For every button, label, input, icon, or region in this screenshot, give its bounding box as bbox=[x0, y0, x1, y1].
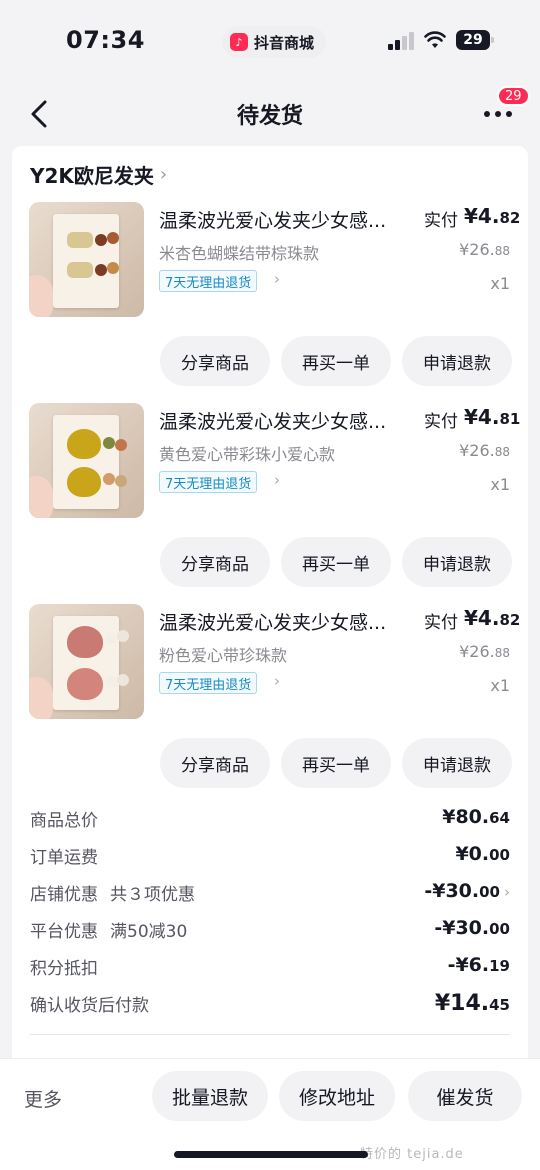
notification-badge: 29 bbox=[497, 86, 530, 106]
buy-again-button[interactable]: 再买一单 bbox=[281, 738, 391, 788]
batch-refund-button[interactable]: 批量退款 bbox=[152, 1071, 268, 1121]
share-product-button[interactable]: 分享商品 bbox=[160, 738, 270, 788]
request-refund-button[interactable]: 申请退款 bbox=[402, 738, 512, 788]
cellular-signal-icon bbox=[388, 32, 414, 50]
quantity: x1 bbox=[490, 274, 510, 293]
buy-again-button[interactable]: 再买一单 bbox=[281, 537, 391, 587]
product-title[interactable]: 温柔波光爱心发夹少女感... bbox=[159, 407, 409, 434]
paid-price: ¥4.82 bbox=[464, 204, 521, 228]
quantity: x1 bbox=[490, 676, 510, 695]
status-time: 07:34 bbox=[66, 26, 145, 54]
share-product-button[interactable]: 分享商品 bbox=[160, 336, 270, 386]
app-name: 抖音商城 bbox=[254, 33, 315, 52]
summary-pay-on-receipt: 确认收货后付款 ¥14.45 bbox=[30, 991, 510, 1016]
paid-label: 实付 bbox=[424, 412, 458, 432]
product-spec: 黄色爱心带彩珠小爱心款 bbox=[159, 445, 336, 464]
product-thumbnail[interactable] bbox=[29, 403, 144, 518]
paid-label: 实付 bbox=[424, 211, 458, 231]
more-button[interactable]: 更多 bbox=[24, 1085, 62, 1112]
chevron-right-icon: › bbox=[274, 471, 280, 489]
shop-name: Y2K欧尼发夹 bbox=[30, 164, 154, 188]
divider bbox=[30, 1034, 510, 1035]
original-price: ¥26.88 bbox=[459, 441, 510, 460]
order-item: 温柔波光爱心发夹少女感... 实付 ¥4.82 米杏色蝴蝶结带棕珠款 ¥26.8… bbox=[12, 202, 528, 402]
product-spec: 米杏色蝴蝶结带棕珠款 bbox=[159, 244, 320, 263]
page-title: 待发货 bbox=[236, 104, 303, 129]
watermark: 特价的 tejia.de bbox=[360, 1147, 464, 1162]
buy-again-button[interactable]: 再买一单 bbox=[281, 336, 391, 386]
shop-link[interactable]: Y2K欧尼发夹 › bbox=[30, 160, 167, 189]
summary-shop-discount[interactable]: 店铺优惠 共３项优惠 -¥30.00 › bbox=[30, 880, 510, 910]
status-bar: 07:34 ♪ 抖音商城 29 bbox=[0, 0, 540, 82]
product-thumbnail[interactable] bbox=[29, 202, 144, 317]
battery-level: 29 bbox=[456, 30, 490, 50]
home-indicator[interactable] bbox=[174, 1151, 368, 1158]
return-policy-tag[interactable]: 7天无理由退货 bbox=[159, 672, 258, 694]
paid-price: ¥4.82 bbox=[464, 606, 521, 630]
change-address-button[interactable]: 修改地址 bbox=[279, 1071, 395, 1121]
order-card: Y2K欧尼发夹 › 温柔波光爱心发夹少女感... 实付 ¥4.82 米杏色蝴蝶结… bbox=[12, 146, 528, 1066]
chevron-right-icon: › bbox=[159, 164, 168, 185]
wifi-icon bbox=[424, 31, 446, 48]
battery-icon: 29 bbox=[456, 30, 494, 50]
share-product-button[interactable]: 分享商品 bbox=[160, 537, 270, 587]
quantity: x1 bbox=[490, 475, 510, 494]
request-refund-button[interactable]: 申请退款 bbox=[402, 537, 512, 587]
urge-shipping-button[interactable]: 催发货 bbox=[408, 1071, 522, 1121]
more-options-icon[interactable] bbox=[484, 108, 516, 120]
bottom-action-bar: 更多 批量退款 修改地址 催发货 特价的 tejia.de bbox=[0, 1058, 540, 1170]
product-title[interactable]: 温柔波光爱心发夹少女感... bbox=[159, 608, 409, 635]
chevron-right-icon: › bbox=[274, 672, 280, 690]
chevron-right-icon: › bbox=[274, 270, 280, 288]
order-item: 温柔波光爱心发夹少女感... 实付 ¥4.82 粉色爱心带珍珠款 ¥26.88 … bbox=[12, 604, 528, 804]
product-spec: 粉色爱心带珍珠款 bbox=[159, 646, 288, 665]
return-policy-tag[interactable]: 7天无理由退货 bbox=[159, 471, 258, 493]
summary-platform-discount: 平台优惠 满50减30 -¥30.00 bbox=[30, 917, 510, 942]
nav-bar: 待发货 29 bbox=[0, 82, 540, 146]
product-title[interactable]: 温柔波光爱心发夹少女感... bbox=[159, 206, 409, 233]
chevron-right-icon: › bbox=[504, 883, 510, 901]
return-policy-tag[interactable]: 7天无理由退货 bbox=[159, 270, 258, 292]
summary-points-deduction: 积分抵扣 -¥6.19 bbox=[30, 954, 510, 979]
paid-price: ¥4.81 bbox=[464, 405, 521, 429]
summary-shipping: 订单运费 ¥0.00 bbox=[30, 843, 510, 868]
original-price: ¥26.88 bbox=[459, 642, 510, 661]
product-thumbnail[interactable] bbox=[29, 604, 144, 719]
original-price: ¥26.88 bbox=[459, 240, 510, 259]
paid-label: 实付 bbox=[424, 613, 458, 633]
app-source-pill[interactable]: ♪ 抖音商城 bbox=[222, 26, 327, 58]
order-item: 温柔波光爱心发夹少女感... 实付 ¥4.81 黄色爱心带彩珠小爱心款 ¥26.… bbox=[12, 403, 528, 603]
summary-goods-total: 商品总价 ¥80.64 bbox=[30, 806, 510, 831]
douyin-mall-logo-icon: ♪ bbox=[230, 33, 248, 51]
request-refund-button[interactable]: 申请退款 bbox=[402, 336, 512, 386]
